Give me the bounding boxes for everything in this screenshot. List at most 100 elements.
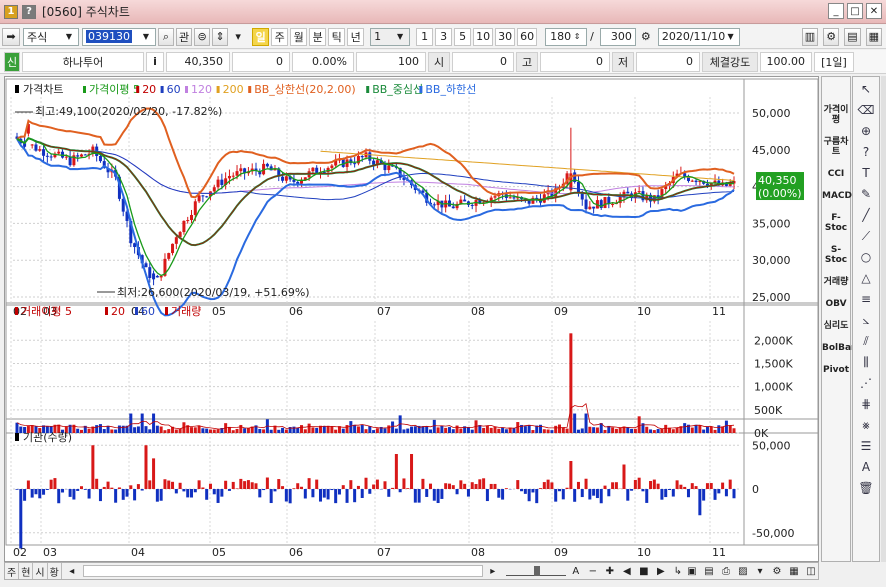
search-icon[interactable]: ⌕ [158, 27, 174, 46]
indicator-1[interactable]: 구름차트 [822, 137, 850, 157]
inst-bar [152, 458, 156, 489]
save-disk-icon[interactable]: ▤ [702, 564, 716, 578]
zoom-slider[interactable] [505, 566, 566, 576]
excel-icon[interactable]: ▣ [685, 564, 699, 578]
indicator-5[interactable]: S-Stoc [822, 245, 850, 265]
arrow-down-icon[interactable]: ▾ [753, 564, 767, 578]
scroll-left-icon[interactable]: ◂ [65, 564, 79, 578]
maximize-button[interactable]: □ [847, 3, 863, 19]
last-icon[interactable]: ▶ [654, 564, 668, 578]
horizontal-scrollbar[interactable] [82, 565, 483, 577]
candle-body [171, 243, 175, 254]
indicator-10[interactable]: Pivot [822, 365, 850, 375]
period-tab-4[interactable]: 틱 [328, 27, 346, 46]
cursor-icon[interactable]: ↖ [855, 80, 877, 98]
inst-bar [83, 489, 87, 490]
ray-icon[interactable]: ⟋ [855, 227, 877, 245]
pencil-icon[interactable]: ✎ [855, 185, 877, 203]
print-icon[interactable]: ⎙ [719, 564, 733, 578]
toggle-arrow-icon[interactable]: ➡ [2, 27, 20, 46]
interval-select[interactable]: 1 ▼ [370, 27, 411, 46]
scroll-right-icon[interactable]: ▸ [486, 564, 500, 578]
volume-bar [557, 424, 561, 433]
settings-icon[interactable]: ⚙ [770, 564, 784, 578]
line-icon[interactable]: ╱ [855, 206, 877, 224]
zoom-in-icon[interactable]: ✚ [603, 564, 617, 578]
minute-button-1[interactable]: 1 [416, 27, 434, 46]
channel-icon[interactable]: ⫽ [855, 332, 877, 350]
minute-button-5[interactable]: 5 [454, 27, 472, 46]
circle-icon[interactable]: ○ [855, 248, 877, 266]
period-tab-3[interactable]: 분 [309, 27, 327, 46]
indicator-2[interactable]: CCI [822, 169, 850, 179]
indicator-9[interactable]: BolBand [822, 343, 864, 353]
screen-number-icon[interactable]: 1 [4, 4, 18, 19]
vertical-lines-icon[interactable]: ⫼ [855, 353, 877, 371]
inst-bar [444, 483, 448, 489]
stop-icon[interactable]: ■ [637, 564, 651, 578]
help-icon[interactable]: ? [22, 4, 36, 19]
period-tab-2[interactable]: 월 [290, 27, 308, 46]
close-button[interactable]: ✕ [866, 3, 882, 19]
auto-scale-icon[interactable]: A [569, 564, 583, 578]
indicator-7[interactable]: OBV [822, 299, 850, 309]
refresh-settings-icon[interactable]: ⚙ [638, 28, 654, 46]
period-tab-5[interactable]: 년 [347, 27, 365, 46]
layout-icon[interactable]: ▦ [865, 27, 882, 46]
auto-icon[interactable]: A [855, 458, 877, 476]
vertical-scrollbar[interactable] [881, 76, 886, 562]
zoom-out-icon[interactable]: − [586, 564, 600, 578]
indicator-3[interactable]: MACD [822, 191, 852, 201]
chart-area[interactable]: 50,00045,00040,00035,00030,00025,0000203… [4, 76, 819, 562]
spinner-icon[interactable]: ⇕ [571, 29, 583, 45]
minute-button-30[interactable]: 30 [495, 27, 516, 46]
inst-bar [79, 486, 83, 489]
info-button[interactable]: i [146, 51, 164, 72]
fan-icon[interactable]: ⋰ [855, 374, 877, 392]
chart-type-icon[interactable]: ▥ [801, 27, 819, 46]
bottom-tab-2[interactable]: 시 [33, 563, 48, 579]
bottom-tab-1[interactable]: 현 [19, 563, 34, 579]
question-icon[interactable]: ? [855, 143, 877, 161]
calendar-icon[interactable]: ▦ [787, 564, 801, 578]
cross-lines-icon[interactable]: ⨳ [855, 416, 877, 434]
fibonacci-icon[interactable]: ≡ [855, 290, 877, 308]
bottom-tab-3[interactable]: 황 [48, 563, 62, 579]
updown-icon[interactable]: ⇕ [212, 27, 229, 46]
gear-icon[interactable]: ⚙ [823, 27, 840, 46]
chart-canvas[interactable]: 50,00045,00040,00035,00030,00025,0000203… [5, 77, 820, 563]
end-icon[interactable]: ↳ [671, 564, 685, 578]
period-tab-1[interactable]: 주 [271, 27, 289, 46]
zoom-icon[interactable]: ⊕ [855, 122, 877, 140]
indicator-0[interactable]: 가격이평 [822, 105, 850, 125]
stock-code-input[interactable]: 039130 ▼ [82, 27, 156, 46]
minute-button-10[interactable]: 10 [473, 27, 494, 46]
grid-icon[interactable]: ⋕ [855, 395, 877, 413]
gann-icon[interactable]: ⦣ [855, 311, 877, 329]
pin-icon[interactable]: ⊜ [194, 27, 211, 46]
bottom-tab-0[interactable]: 주 [5, 563, 20, 579]
trash-icon[interactable]: 🗑 [855, 479, 877, 497]
market-select[interactable]: 주식 ▼ [23, 27, 79, 46]
minute-button-60[interactable]: 60 [517, 27, 538, 46]
date-select[interactable]: 2020/11/10 ▼ [657, 27, 740, 46]
levels-icon[interactable]: ☰ [855, 437, 877, 455]
image-icon[interactable]: ▨ [736, 564, 750, 578]
save-icon[interactable]: ▤ [844, 27, 861, 46]
volume-bar [482, 427, 486, 433]
gwan-button[interactable]: 관 [176, 27, 193, 46]
period-tab-0[interactable]: 일 [252, 27, 270, 46]
eraser-icon[interactable]: ⌫ [855, 101, 877, 119]
indicator-6[interactable]: 거래량 [822, 277, 850, 287]
count-input[interactable]: 180 ⇕ [545, 27, 588, 46]
indicator-8[interactable]: 심리도 [822, 321, 850, 331]
minimize-button[interactable]: _ [828, 3, 844, 19]
triangle-icon[interactable]: △ [855, 269, 877, 287]
layout-icon[interactable]: ◫ [804, 564, 818, 578]
text-icon[interactable]: T [855, 164, 877, 182]
minute-button-3[interactable]: 3 [435, 27, 453, 46]
total-input[interactable]: 300 [599, 27, 636, 46]
indicator-4[interactable]: F-Stoc [822, 213, 850, 233]
chevron-down-icon[interactable]: ▾ [230, 28, 246, 46]
first-icon[interactable]: ◀ [620, 564, 634, 578]
